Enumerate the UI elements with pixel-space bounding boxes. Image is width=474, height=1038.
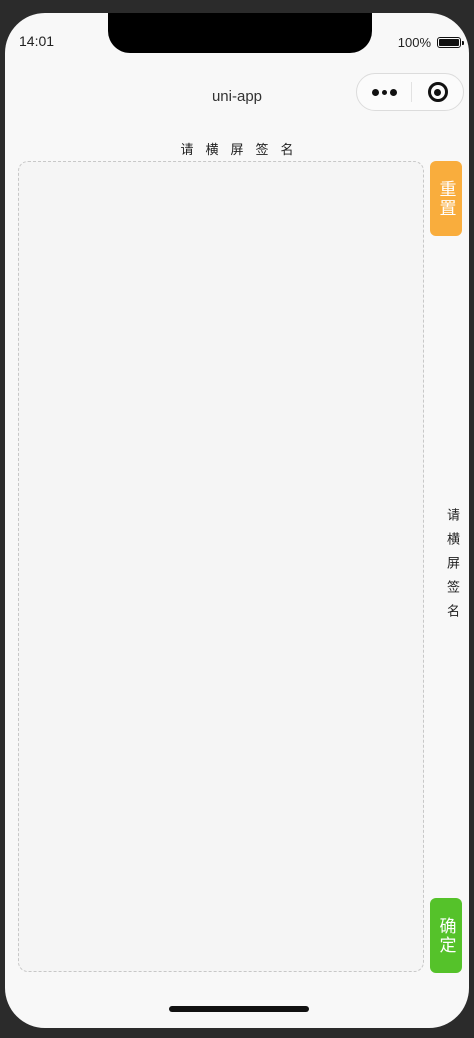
app-screen: 14:01 100% uni-app 请横屏签名 重置 请横屏签名 确定 (5, 13, 469, 1028)
battery-percent: 100% (397, 35, 431, 50)
signature-canvas[interactable] (18, 161, 424, 972)
target-close-icon[interactable] (412, 74, 463, 110)
home-indicator[interactable] (169, 1006, 309, 1012)
status-time: 14:01 (19, 33, 55, 49)
status-right: 100% (397, 35, 464, 50)
sign-hint-top: 请横屏签名 (180, 143, 306, 158)
reset-button[interactable]: 重置 (430, 161, 462, 236)
battery-icon (437, 37, 464, 48)
more-dots-icon[interactable] (357, 74, 411, 110)
mini-program-capsule (356, 73, 464, 111)
device-notch (108, 13, 372, 53)
confirm-button[interactable]: 确定 (430, 898, 462, 973)
sign-hint-side: 请横屏签名 (444, 508, 459, 628)
phone-frame: 14:01 100% uni-app 请横屏签名 重置 请横屏签名 确定 (0, 0, 474, 1038)
